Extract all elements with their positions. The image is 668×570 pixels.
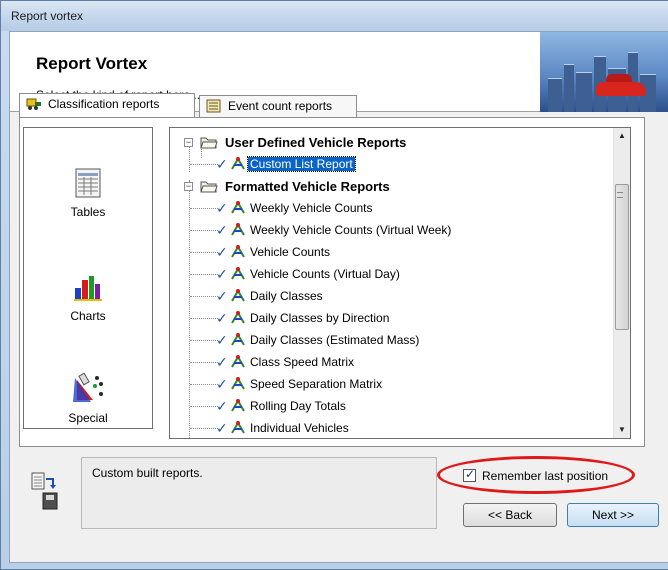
tree-item[interactable]: ✓ Daily Classes [170, 286, 610, 308]
checkmark-icon: ✓ [216, 244, 228, 260]
tree-item-label: Vehicle Counts (Virtual Day) [250, 267, 400, 281]
vehicle-report-icon [230, 311, 246, 325]
report-vortex-window: Report vortex Report Vortex Select the k… [0, 0, 668, 570]
remember-last-position-checkbox[interactable]: Remember last position [463, 467, 609, 483]
tree-item[interactable]: ✓ Individual Vehicles [170, 418, 610, 438]
tree-item-label: Individual Vehicles [250, 421, 349, 435]
tables-icon [74, 168, 102, 201]
tree-item-label: Rolling Day Totals [250, 399, 346, 413]
vehicle-report-icon [230, 245, 246, 259]
sidebar-item-tables[interactable]: Tables [24, 168, 152, 219]
sidebar-item-label: Charts [70, 309, 106, 323]
tree-item[interactable]: ✓ Speed Separation Matrix [170, 374, 610, 396]
classification-reports-icon [26, 97, 42, 111]
tree-group-formatted[interactable]: − Formatted Vehicle Reports [170, 176, 610, 198]
open-folder-icon [200, 179, 218, 193]
charts-icon [73, 276, 103, 305]
tree-item-custom-list-report[interactable]: ✓ Custom List Report [170, 154, 610, 176]
tree-item[interactable]: ✓ Weekly Vehicle Counts [170, 198, 610, 220]
tree-group-label: Formatted Vehicle Reports [225, 179, 390, 194]
tree-item[interactable]: ✓ Vehicle Counts [170, 242, 610, 264]
checkmark-icon: ✓ [216, 354, 228, 370]
vehicle-report-icon [230, 223, 246, 237]
tree-item-label: Vehicle Counts [250, 245, 331, 259]
next-button[interactable]: Next >> [567, 503, 659, 527]
tree-item-label: Class Speed Matrix [250, 355, 355, 369]
scroll-thumb[interactable] [615, 184, 629, 330]
special-icon [71, 372, 105, 407]
event-count-reports-icon [206, 99, 222, 113]
sidebar-item-label: Tables [70, 205, 106, 219]
open-folder-icon [200, 135, 218, 149]
checkmark-icon: ✓ [216, 420, 228, 436]
scroll-grip-icon [617, 192, 623, 198]
tab-label: Classification reports [48, 97, 160, 111]
vehicle-report-icon [230, 399, 246, 413]
sidebar-item-charts[interactable]: Charts [24, 272, 152, 323]
vehicle-report-icon [230, 421, 246, 435]
tree-item-label: Weekly Vehicle Counts [250, 201, 373, 215]
tree-item-label: Daily Classes by Direction [250, 311, 390, 325]
collapse-icon[interactable]: − [184, 138, 193, 147]
vehicle-report-icon [230, 267, 246, 281]
vehicle-report-icon [230, 333, 246, 347]
report-description: Custom built reports. [92, 466, 203, 480]
tree-item-label: Weekly Vehicle Counts (Virtual Week) [250, 223, 452, 237]
title-bar[interactable]: Report vortex [1, 1, 668, 31]
tree-scrollbar[interactable]: ▲ ▼ [613, 128, 630, 438]
remember-label: Remember last position [482, 469, 609, 483]
tree-item[interactable]: ✓ Rolling Day Totals [170, 396, 610, 418]
checkmark-icon: ✓ [216, 156, 228, 172]
city-traffic-banner-image [540, 32, 668, 112]
checkmark-icon: ✓ [216, 200, 228, 216]
tree-item[interactable]: ✓ Weekly Vehicle Counts (Virtual Week) [170, 220, 610, 242]
tab-classification-reports[interactable]: Classification reports [19, 93, 195, 117]
tree-item-label: Daily Classes (Estimated Mass) [250, 333, 420, 347]
back-button[interactable]: << Back [463, 503, 557, 527]
description-box: Custom built reports. [81, 457, 437, 529]
checkmark-icon: ✓ [216, 310, 228, 326]
checkmark-icon: ✓ [216, 288, 228, 304]
checkbox-checked-icon[interactable] [463, 467, 476, 482]
tree-group-user-defined[interactable]: − User Defined Vehicle Reports [170, 132, 610, 154]
tab-label: Event count reports [228, 99, 333, 113]
tree-item[interactable]: ✓ Daily Classes (Estimated Mass) [170, 330, 610, 352]
page-title: Report Vortex [36, 54, 148, 73]
tree-item[interactable]: ✓ Daily Classes by Direction [170, 308, 610, 330]
vehicle-report-icon [230, 157, 246, 171]
checkmark-icon: ✓ [216, 398, 228, 414]
tree-item[interactable]: ✓ Vehicle Counts (Virtual Day) [170, 264, 610, 286]
tree-group-label: User Defined Vehicle Reports [225, 135, 407, 150]
scroll-up-icon[interactable]: ▲ [614, 128, 630, 144]
tab-event-count-reports[interactable]: Event count reports [199, 95, 357, 117]
checkmark-icon: ✓ [216, 222, 228, 238]
tree-item-label: Daily Classes [250, 289, 323, 303]
scroll-down-icon[interactable]: ▼ [614, 422, 630, 438]
tree-item-label: Custom List Report [247, 156, 356, 172]
report-tree-view[interactable]: − User Defined Vehicle Reports ✓ Custom … [169, 127, 631, 439]
vehicle-report-icon [230, 377, 246, 391]
vehicle-report-icon [230, 355, 246, 369]
window-title: Report vortex [11, 9, 84, 23]
checkmark-icon: ✓ [216, 332, 228, 348]
collapse-icon[interactable]: − [184, 182, 193, 191]
tree-item[interactable]: ✓ Class Speed Matrix [170, 352, 610, 374]
checkmark-icon: ✓ [216, 376, 228, 392]
report-wizard-icon [31, 471, 59, 511]
checkmark-icon: ✓ [216, 266, 228, 282]
sidebar-item-label: Special [68, 411, 108, 425]
vehicle-report-icon [230, 201, 246, 215]
vehicle-report-icon [230, 289, 246, 303]
sidebar-item-special[interactable]: Special [24, 372, 152, 425]
tree-item-label: Speed Separation Matrix [250, 377, 383, 391]
report-category-sidebar: Tables Charts Special [23, 127, 153, 429]
